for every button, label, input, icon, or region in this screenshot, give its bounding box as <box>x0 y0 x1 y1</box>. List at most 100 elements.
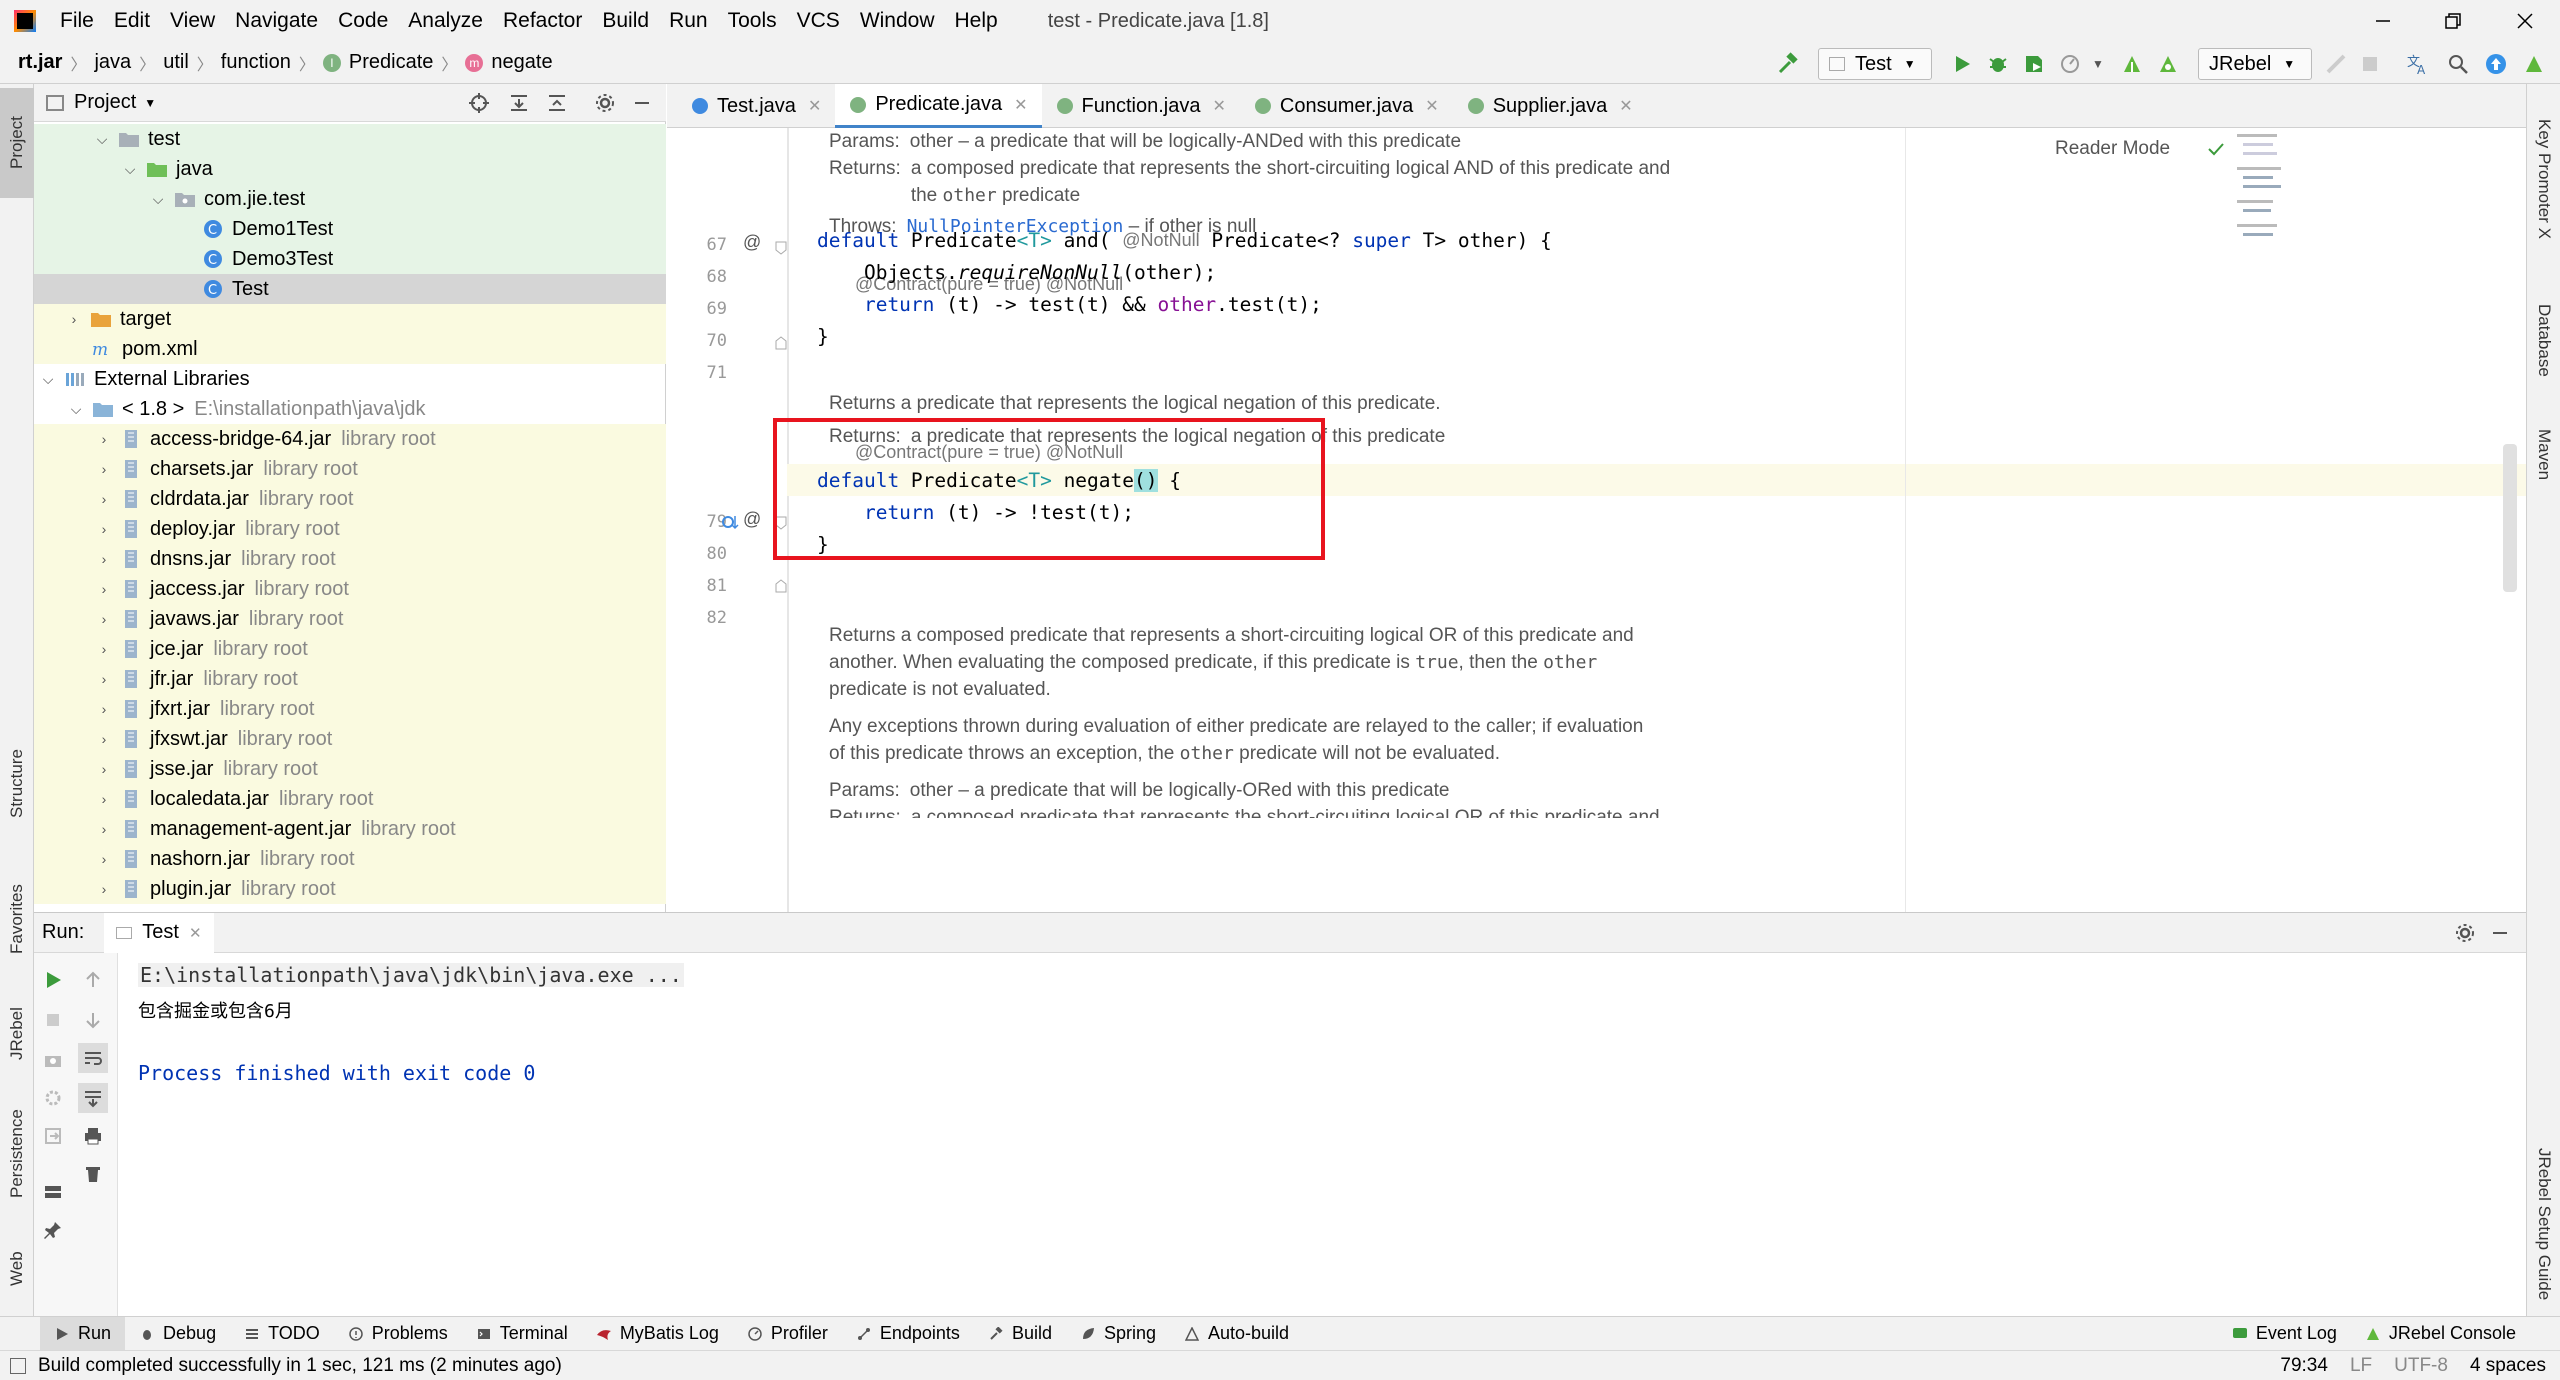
tree-item-java[interactable]: ⌵ java <box>34 154 666 184</box>
stripe-jrebel-guide[interactable]: JRebel Setup Guide <box>2527 1124 2560 1324</box>
stripe-project[interactable]: Project <box>0 88 34 198</box>
breadcrumb-function[interactable]: function <box>221 51 291 74</box>
tree-item-jar[interactable]: › cldrdata.jar library root <box>34 484 666 514</box>
chevron-right-icon[interactable]: › <box>94 639 114 659</box>
indent-setting[interactable]: 4 spaces <box>2470 1355 2546 1377</box>
tree-item-pom[interactable]: m pom.xml <box>34 334 666 364</box>
run-icon[interactable] <box>1948 50 1976 78</box>
collapse-all-icon[interactable] <box>546 92 568 114</box>
stripe-persistence[interactable]: Persistence <box>0 1094 34 1214</box>
chevron-down-icon[interactable]: ⌵ <box>92 129 112 149</box>
close-icon[interactable]: ✕ <box>808 96 821 116</box>
tree-item-demo1test[interactable]: C Demo1Test <box>34 214 666 244</box>
tree-item-jar[interactable]: › access-bridge-64.jar library root <box>34 424 666 454</box>
project-view-select[interactable]: Project <box>74 91 136 114</box>
bottom-tab-profiler[interactable]: Profiler <box>733 1317 842 1351</box>
jrebel-debug-icon[interactable] <box>2154 50 2182 78</box>
chevron-right-icon[interactable]: › <box>94 819 114 839</box>
console-command-line[interactable]: E:\installationpath\java\jdk\bin\java.ex… <box>138 963 684 987</box>
run-tab-test[interactable]: Test ✕ <box>104 912 214 953</box>
export-icon[interactable] <box>38 1121 68 1151</box>
chevron-down-icon[interactable]: ▼ <box>144 96 156 110</box>
menu-file[interactable]: File <box>50 9 104 33</box>
tree-item-jar[interactable]: › jce.jar library root <box>34 634 666 664</box>
editor-scrollbar[interactable] <box>2503 444 2517 592</box>
line-separator[interactable]: LF <box>2350 1355 2372 1377</box>
menu-vcs[interactable]: VCS <box>787 9 850 33</box>
file-encoding[interactable]: UTF-8 <box>2394 1355 2448 1377</box>
tree-item-jar[interactable]: › localedata.jar library root <box>34 784 666 814</box>
tree-item-jar[interactable]: › management-agent.jar library root <box>34 814 666 844</box>
search-icon[interactable] <box>2444 50 2472 78</box>
stripe-web[interactable]: Web <box>0 1234 34 1304</box>
bottom-tab-run[interactable]: Run <box>40 1316 126 1351</box>
chevron-right-icon[interactable]: › <box>94 789 114 809</box>
close-icon[interactable]: ✕ <box>1425 96 1438 116</box>
hide-panel-icon[interactable] <box>2490 923 2510 943</box>
scroll-to-end-icon[interactable] <box>78 1083 108 1113</box>
close-icon[interactable]: ✕ <box>1014 95 1027 115</box>
chevron-down-icon[interactable]: ⌵ <box>38 369 58 389</box>
override-marker-icon[interactable] <box>719 511 741 533</box>
stop-icon[interactable] <box>38 1005 68 1035</box>
stripe-jrebel[interactable]: JRebel <box>0 984 34 1084</box>
minimap[interactable] <box>2233 130 2293 260</box>
chevron-down-icon[interactable]: ⌵ <box>66 399 86 419</box>
arrow-down-icon[interactable] <box>78 1005 108 1035</box>
minimize-icon[interactable] <box>2348 0 2418 42</box>
close-icon[interactable]: ✕ <box>189 924 202 942</box>
tree-item-jar[interactable]: › jfr.jar library root <box>34 664 666 694</box>
tree-item-jdk[interactable]: ⌵ < 1.8 > E:\installationpath\java\jdk <box>34 394 666 424</box>
at-sign-icon[interactable]: @ <box>743 232 761 253</box>
bottom-tab-build[interactable]: Build <box>974 1317 1066 1351</box>
tree-item-jar[interactable]: › deploy.jar library root <box>34 514 666 544</box>
locate-icon[interactable] <box>468 92 490 114</box>
jrebel-select[interactable]: JRebel ▼ <box>2198 48 2312 80</box>
menu-refactor[interactable]: Refactor <box>493 9 592 33</box>
tree-item-jar[interactable]: › jsse.jar library root <box>34 754 666 784</box>
bottom-tab-event-log[interactable]: Event Log <box>2218 1317 2351 1351</box>
stripe-key-promoter[interactable]: Key Promoter X <box>2527 94 2560 264</box>
tree-item-jar[interactable]: › nashorn.jar library root <box>34 844 666 874</box>
print-icon[interactable] <box>78 1121 108 1151</box>
menu-tools[interactable]: Tools <box>718 9 787 33</box>
tab-function-java[interactable]: Function.java ✕ <box>1042 84 1240 128</box>
gear-icon[interactable] <box>594 92 616 114</box>
chevron-right-icon[interactable]: › <box>94 429 114 449</box>
trash-icon[interactable] <box>78 1159 108 1189</box>
menu-navigate[interactable]: Navigate <box>225 9 328 33</box>
bottom-tab-endpoints[interactable]: Endpoints <box>842 1317 974 1351</box>
tree-item-test[interactable]: ⌵ test <box>34 124 666 154</box>
bottom-tab-mybatis-log[interactable]: MyBatis Log <box>582 1317 733 1351</box>
breadcrumb-util[interactable]: util <box>163 51 189 74</box>
code-line-68[interactable]: Objects. requireNonNull (other); <box>817 256 1216 288</box>
pin-icon[interactable] <box>38 1215 68 1245</box>
menu-window[interactable]: Window <box>850 9 945 33</box>
chevron-right-icon[interactable]: › <box>94 849 114 869</box>
chevron-right-icon[interactable]: › <box>94 609 114 629</box>
tree-item-target[interactable]: › target <box>34 304 666 334</box>
stripe-favorites[interactable]: Favorites <box>0 864 34 974</box>
stop-icon[interactable] <box>2356 50 2384 78</box>
breadcrumb-jar[interactable]: rt.jar <box>18 51 62 74</box>
chevron-right-icon[interactable]: › <box>94 669 114 689</box>
reader-mode-button[interactable]: Reader Mode <box>2055 138 2170 160</box>
settings-gear-small-icon[interactable] <box>38 1083 68 1113</box>
tab-test-java[interactable]: Test.java ✕ <box>677 84 835 128</box>
jrebel-run-icon[interactable] <box>2118 50 2146 78</box>
menu-help[interactable]: Help <box>945 9 1008 33</box>
menu-view[interactable]: View <box>160 9 225 33</box>
breadcrumb-predicate[interactable]: Predicate <box>349 51 434 74</box>
tree-item-jar[interactable]: › jfxswt.jar library root <box>34 724 666 754</box>
tree-item-external-libraries[interactable]: ⌵ External Libraries <box>34 364 666 394</box>
chevron-right-icon[interactable]: › <box>94 489 114 509</box>
hide-panel-icon[interactable] <box>632 93 652 113</box>
at-sign-icon[interactable]: @ <box>743 509 761 530</box>
breadcrumb-negate[interactable]: negate <box>491 51 552 74</box>
bottom-tab-terminal[interactable]: Terminal <box>462 1317 582 1351</box>
code-line-67[interactable]: default Predicate <T> and( @NotNull Predi… <box>817 224 1552 256</box>
fold-icon[interactable] <box>775 579 787 593</box>
menu-code[interactable]: Code <box>328 9 398 33</box>
chevron-right-icon[interactable]: › <box>94 579 114 599</box>
bottom-tab-problems[interactable]: Problems <box>334 1317 462 1351</box>
